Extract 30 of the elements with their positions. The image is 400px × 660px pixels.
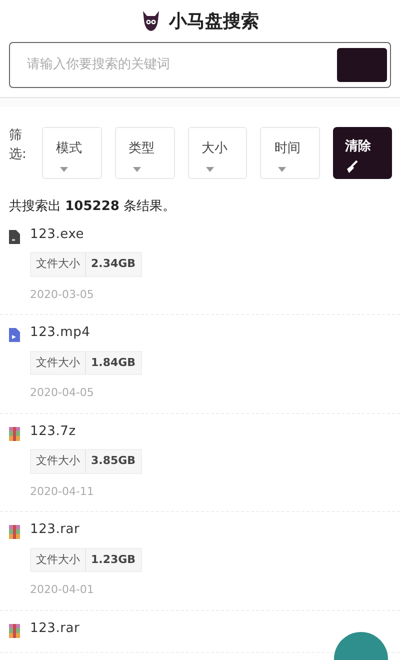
filter-dropdown[interactable]: 类型 — [114, 127, 175, 179]
file-size-tag: 文件大小 1.84GB — [30, 350, 142, 375]
filter-dropdown[interactable]: 时间 — [260, 127, 320, 179]
result-count: 共搜索出 105228 条结果。 — [8, 198, 177, 216]
file-size-tag: 文件大小 1.23GB — [30, 548, 142, 572]
back-to-top-button[interactable] — [334, 632, 388, 660]
archive-file-icon — [9, 624, 20, 638]
filter-dropdown[interactable]: 大小 — [188, 127, 248, 179]
archive-file-icon — [9, 525, 20, 540]
file-name[interactable]: 123.7z — [30, 422, 142, 441]
filter-dropdown[interactable]: 模式 — [42, 127, 102, 179]
file-date: 2020-04-01 — [30, 582, 95, 598]
file-name[interactable]: 123.mp4 — [30, 323, 142, 342]
file-date: 2020-03-05 — [30, 286, 95, 302]
search-bar[interactable]: 请输入你要搜索的关键词 — [9, 42, 391, 88]
site-title: 小马盘搜索 — [169, 10, 259, 34]
cartoon-mascot-icon — [141, 10, 161, 32]
archive-file-icon — [9, 426, 20, 441]
file-name[interactable]: 123.exe — [30, 224, 142, 244]
file-name[interactable]: 123.rar — [30, 618, 80, 638]
file-icon — [9, 230, 20, 244]
file-size-tag: 文件大小 2.34GB — [30, 252, 142, 276]
video-file-icon — [9, 328, 20, 342]
file-date: 2020-04-05 — [30, 385, 95, 401]
file-name[interactable]: 123.rar — [30, 520, 142, 540]
broom-icon — [345, 160, 358, 174]
filter-label: 筛选: — [9, 127, 28, 164]
file-date: 2020-04-11 — [30, 484, 95, 500]
file-size-tag: 文件大小 3.85GB — [30, 449, 142, 474]
clear-button[interactable]: 清除 — [333, 127, 392, 179]
